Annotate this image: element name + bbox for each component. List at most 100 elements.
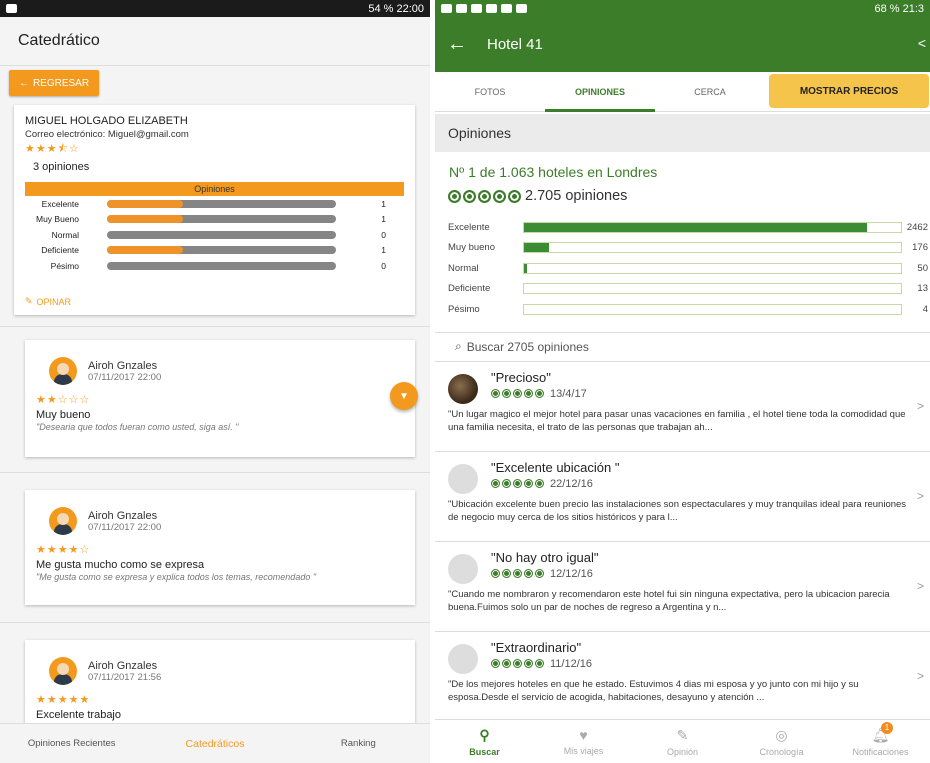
breakdown-bar xyxy=(107,215,336,224)
bubble-icon xyxy=(535,389,544,398)
review-header: Airoh Gnzales 07/11/2017 22:00 xyxy=(49,507,404,535)
avatar xyxy=(49,657,77,685)
breakdown-value: 1 xyxy=(381,245,386,256)
heart-icon: ♥ xyxy=(579,727,588,743)
nav-mis-viajes[interactable]: ♥ Mis viajes xyxy=(534,720,633,763)
search-placeholder: Buscar 2705 opiniones xyxy=(466,339,589,354)
breakdown-row: Deficiente 1 xyxy=(25,243,404,259)
breakdown-value: 0 xyxy=(381,229,386,240)
review-stars: ★★☆☆☆ xyxy=(36,394,91,406)
review-author: Airoh Gnzales xyxy=(88,659,158,672)
breakdown-bar xyxy=(107,199,336,208)
breakdown-bar xyxy=(107,246,336,255)
right-screen: 68 % 21:3 ← Hotel 41 < FOTOS OPINIONES C… xyxy=(435,0,930,763)
bubble-icon xyxy=(535,659,544,668)
nav-opinion[interactable]: ✎ Opinión xyxy=(633,720,732,763)
review-item[interactable]: "Excelente ubicación " 22/12/16 "Ubicación… xyxy=(435,452,930,542)
search-input[interactable]: ⌕ Buscar 2705 opiniones xyxy=(435,331,930,362)
review-item[interactable]: "Extraordinario" 11/12/16 "De los mejores … xyxy=(435,632,930,722)
rating-bubbles xyxy=(491,479,544,488)
nav-notificaciones[interactable]: 🔔︎ 1 Notificaciones xyxy=(831,720,930,763)
avatar xyxy=(49,357,77,385)
opinar-label: OPINAR xyxy=(36,296,72,307)
review-body: "De los mejores hoteles en que he estado… xyxy=(448,678,859,703)
breakdown-label: Normal xyxy=(448,262,479,274)
review-body: "Me gusta como se expresa y explica todo… xyxy=(36,572,317,582)
page-title: Catedrático xyxy=(0,17,430,66)
nav-recent[interactable]: Opiniones Recientes xyxy=(0,738,143,749)
avatar xyxy=(448,463,478,494)
search-icon: ⌕ xyxy=(455,339,462,353)
review-meta: 13/4/17 xyxy=(491,388,917,400)
app-icon xyxy=(516,4,527,13)
review-item[interactable]: "No hay otro igual" 12/12/16 "Cuando me no… xyxy=(435,542,930,632)
total-opinions: 2.705 opiniones xyxy=(525,188,628,204)
breakdown-fill xyxy=(524,222,868,232)
tab-cerca[interactable]: CERCA xyxy=(655,72,765,112)
breakdown-label: Excelente xyxy=(448,221,490,233)
review-meta: 22/12/16 xyxy=(491,478,917,490)
bubble-icon xyxy=(524,659,533,668)
nav-cronologia[interactable]: ◎ Cronología xyxy=(732,720,831,763)
divider xyxy=(0,472,430,473)
review-header: Airoh Gnzales 07/11/2017 22:00 xyxy=(49,357,404,385)
arrow-left-icon: ← xyxy=(18,77,29,89)
review-title: "Extraordinario" xyxy=(491,639,582,655)
hotel-title: Hotel 41 xyxy=(487,36,543,53)
avatar xyxy=(448,643,478,674)
bubble-icon xyxy=(463,189,476,203)
review-title: "Precioso" xyxy=(491,369,551,385)
bubble-icon xyxy=(502,479,511,488)
bubble-icon xyxy=(513,389,522,398)
review-item[interactable]: "Precioso" 13/4/17 "Un lugar magico el mej… xyxy=(435,362,930,452)
divider xyxy=(0,622,430,623)
breakdown-value: 1 xyxy=(381,214,386,225)
chevron-right-icon: > xyxy=(916,398,924,413)
avatar xyxy=(49,507,77,535)
breakdown-label: Pésimo xyxy=(50,260,79,271)
review-date: 11/12/16 xyxy=(550,657,593,670)
review-card[interactable]: Airoh Gnzales 07/11/2017 22:00 ★★☆☆☆ Muy… xyxy=(25,340,415,457)
tab-bar: FOTOS OPINIONES CERCA MOSTRAR PRECIOS xyxy=(435,72,930,112)
rating-bubbles xyxy=(491,389,544,398)
chevron-right-icon: > xyxy=(916,668,924,683)
search-icon: ⚲ xyxy=(479,726,490,743)
opinar-button[interactable]: ✎ OPINAR xyxy=(25,296,71,307)
tab-opiniones[interactable]: OPINIONES xyxy=(545,72,655,112)
nav-catedraticos[interactable]: Catedráticos xyxy=(143,738,286,750)
chevron-right-icon: > xyxy=(916,578,924,593)
review-title: "No hay otro igual" xyxy=(491,549,599,565)
tab-fotos[interactable]: FOTOS xyxy=(435,72,545,112)
breakdown-bar xyxy=(107,230,336,239)
breakdown-row: Muy bueno 176 xyxy=(435,238,930,259)
breakdown-fill xyxy=(524,243,549,253)
show-prices-button[interactable]: MOSTRAR PRECIOS xyxy=(769,74,929,108)
divider xyxy=(0,326,430,327)
rating-bubbles xyxy=(491,659,544,668)
review-body: "Desearia que todos fueran como usted, s… xyxy=(36,422,239,432)
review-card[interactable]: Airoh Gnzales 07/11/2017 21:56 ★★★★★ Exc… xyxy=(25,640,415,730)
review-author: Airoh Gnzales xyxy=(88,359,158,372)
back-button-label: REGRESAR xyxy=(32,77,90,89)
breakdown-fill xyxy=(107,199,183,208)
chevron-right-icon: > xyxy=(916,488,924,503)
breakdown-value: 0 xyxy=(381,260,386,271)
share-icon[interactable]: < xyxy=(918,35,926,51)
review-body: "Cuando me nombraron y recomendaron este… xyxy=(448,588,890,613)
status-time: 68 % 21:3 xyxy=(874,2,924,15)
nav-buscar[interactable]: ⚲ Buscar xyxy=(435,720,534,763)
edit-icon: ✎ xyxy=(676,726,689,743)
nav-ranking[interactable]: Ranking xyxy=(287,738,430,749)
back-button[interactable]: ← REGRESAR xyxy=(9,70,99,96)
rating-bubbles xyxy=(448,189,521,203)
breakdown-label: Muy Bueno xyxy=(36,214,79,225)
back-arrow-icon[interactable]: ← xyxy=(447,33,467,56)
bubble-icon xyxy=(513,659,522,668)
breakdown-bar xyxy=(523,283,902,295)
bubble-icon xyxy=(513,569,522,578)
review-card[interactable]: Airoh Gnzales 07/11/2017 22:00 ★★★★☆ Me … xyxy=(25,490,415,605)
breakdown-row: Pésimo 4 xyxy=(435,299,930,320)
expand-fab[interactable]: ▼ xyxy=(390,382,418,410)
bubble-icon xyxy=(508,189,521,203)
notification-icon xyxy=(6,4,17,13)
